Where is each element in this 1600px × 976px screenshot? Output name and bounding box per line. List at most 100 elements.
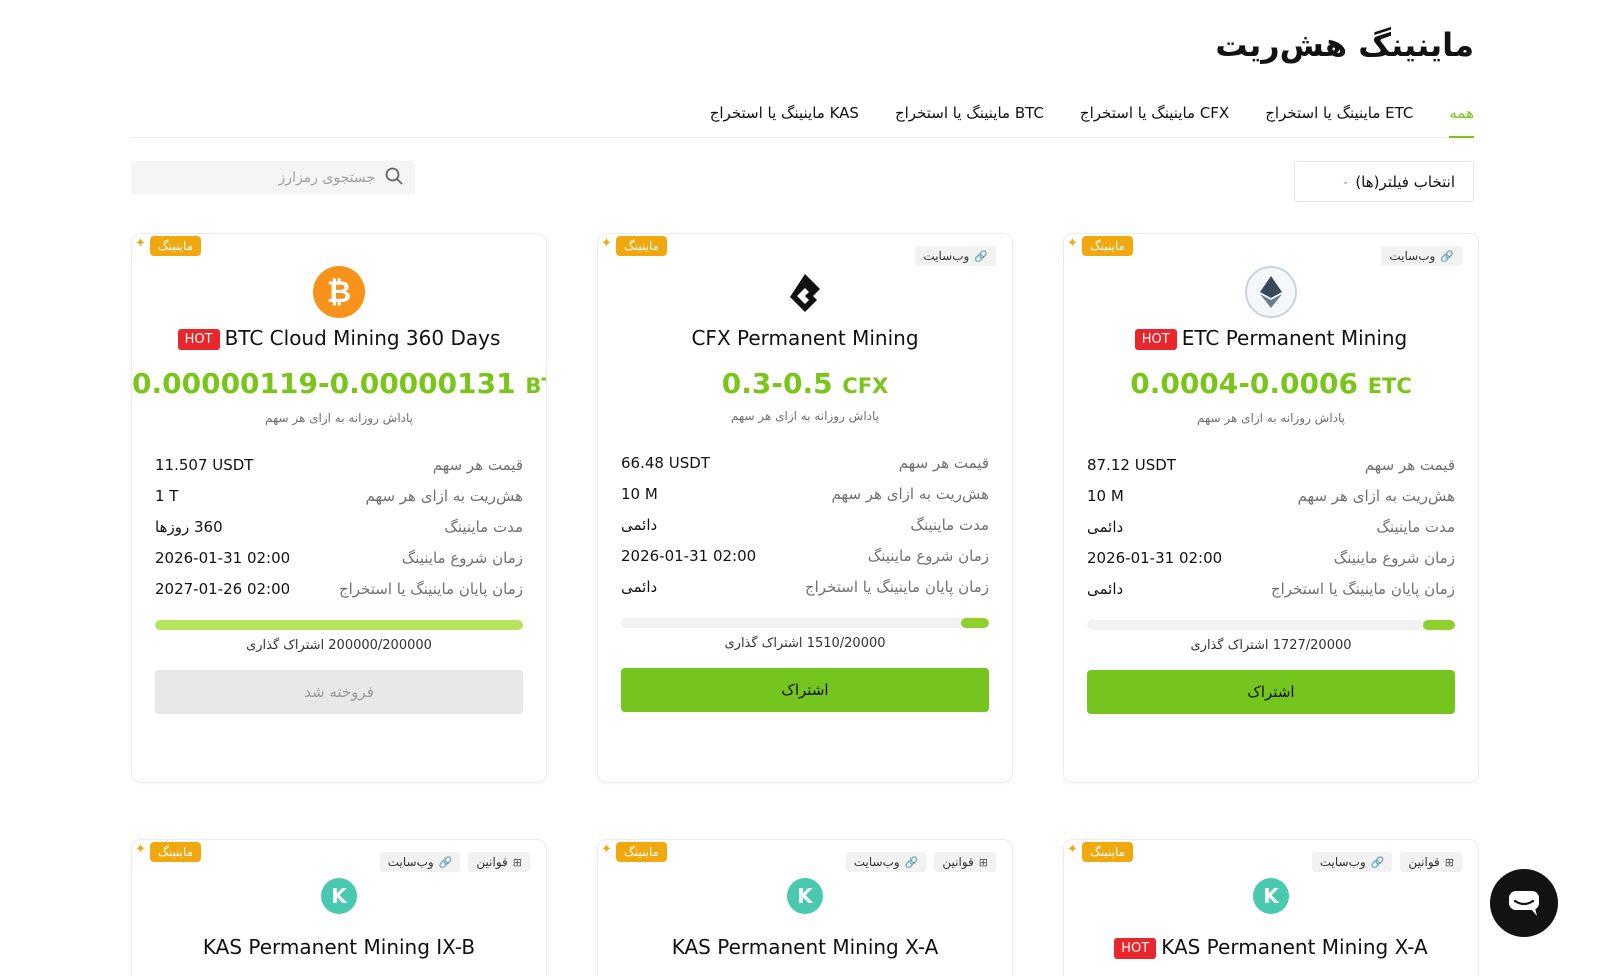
subscribe-button[interactable]: اشتراک	[621, 668, 989, 712]
website-link[interactable]: 🔗 وب‌سایت	[845, 852, 927, 872]
tab-btc[interactable]: BTC ماینینگ یا استخراج	[895, 98, 1044, 138]
price-label: قیمت هر سهم	[898, 453, 989, 472]
website-label: وب‌سایت	[1319, 855, 1366, 869]
end-value: دائمی	[621, 577, 658, 596]
filter-select[interactable]: ⌄ انتخاب فیلتر(ها)	[1294, 161, 1474, 202]
price-label: قیمت هر سهم	[1364, 455, 1455, 474]
duration-label: مدت ماینینگ	[910, 515, 989, 534]
product-name: CFX Permanent Mining	[691, 326, 919, 350]
page: ماینینگ هش‌ریت همه ETC ماینینگ یا استخرا…	[0, 0, 1600, 976]
mining-badge: ماینینگ	[616, 236, 668, 256]
price-value: 87.12 USDT	[1087, 455, 1176, 474]
hashrate-value: 10 M	[621, 484, 658, 503]
daily-reward: 0.3-0.5 CFX	[598, 367, 1012, 400]
mining-card-etc: ✦ ماینینگ 🔗 وب‌سایت HOT ETC Permanent Mini…	[1063, 233, 1479, 783]
product-name: BTC Cloud Mining 360 Days	[224, 326, 501, 350]
product-name: KAS Permanent Mining X-A	[1161, 935, 1428, 959]
hot-badge: HOT	[177, 329, 220, 350]
hashrate-label: هش‌ریت به ازای هر سهم	[831, 484, 989, 503]
subscribe-button[interactable]: اشتراک	[1087, 670, 1455, 714]
sparkle-icon: ✦	[135, 236, 146, 251]
detail-row-end: 2027-01-26 02:00 زمان پایان ماینینگ یا ا…	[155, 573, 523, 604]
duration-label: مدت ماینینگ	[1376, 517, 1455, 536]
grid-icon: ⊞	[512, 855, 522, 869]
rules-link[interactable]: ⊞ قوانین	[468, 852, 530, 872]
rules-link[interactable]: ⊞ قوانین	[934, 852, 996, 872]
category-tabs: همه ETC ماینینگ یا استخراج CFX ماینینگ ی…	[131, 98, 1474, 138]
detail-row-price: 11.507 USDT قیمت هر سهم	[155, 449, 523, 480]
details-list: 87.12 USDT قیمت هر سهم 10 M هش‌ریت به از…	[1087, 449, 1455, 604]
tab-cfx[interactable]: CFX ماینینگ یا استخراج	[1080, 98, 1229, 138]
search-input[interactable]	[155, 170, 375, 186]
mining-card-btc: ✦ ماینینگ ₿ HOT BTC Cloud Mining 360 Days…	[131, 233, 547, 783]
website-label: وب‌سایت	[387, 855, 434, 869]
hashrate-label: هش‌ریت به ازای هر سهم	[365, 486, 523, 505]
mining-badge: ماینینگ	[616, 842, 668, 862]
link-icon: 🔗	[904, 855, 919, 869]
detail-row-price: 87.12 USDT قیمت هر سهم	[1087, 449, 1455, 480]
detail-row-duration: 360 روزها مدت ماینینگ	[155, 511, 523, 542]
subscription-progress	[621, 618, 989, 628]
subscription-count: 1510/20000 اشتراک گذاری	[724, 636, 886, 651]
website-link[interactable]: 🔗 وب‌سایت	[379, 852, 461, 872]
progress-fill	[155, 620, 523, 630]
detail-row-end: دائمی زمان پایان ماینینگ یا استخراج	[1087, 573, 1455, 604]
sparkle-icon: ✦	[601, 842, 612, 857]
subscription-progress	[155, 620, 523, 630]
price-value: 66.48 USDT	[621, 453, 710, 472]
search-box	[131, 161, 415, 195]
product-name-line: KAS Permanent Mining IX-B	[132, 935, 546, 959]
website-link[interactable]: 🔗 وب‌سایت	[915, 246, 996, 266]
subscription-count: 1727/20000 اشتراک گذاری	[1190, 638, 1352, 653]
product-name-line: HOT KAS Permanent Mining X-A	[1064, 935, 1478, 959]
kaspa-icon: K	[787, 878, 823, 914]
chevron-down-icon: ⌄	[1341, 176, 1350, 187]
reward-unit: BTC	[525, 374, 546, 398]
reward-caption: پاداش روزانه به ازای هر سهم	[1196, 411, 1346, 425]
product-name: KAS Permanent Mining IX-B	[202, 935, 476, 959]
tab-kas[interactable]: KAS ماینینگ یا استخراج	[710, 98, 859, 138]
reward-unit: CFX	[842, 374, 889, 398]
rules-link[interactable]: ⊞ قوانین	[1400, 852, 1462, 872]
tab-all[interactable]: همه	[1449, 98, 1474, 138]
website-label: وب‌سایت	[853, 855, 900, 869]
end-label: زمان پایان ماینینگ یا استخراج	[804, 577, 989, 596]
reward-range: 0.0004-0.0006	[1130, 367, 1358, 400]
mining-badge: ماینینگ	[1082, 236, 1134, 256]
sparkle-icon: ✦	[135, 842, 146, 857]
price-value: 11.507 USDT	[155, 455, 254, 474]
reward-unit: ETC	[1367, 374, 1412, 398]
duration-value: دائمی	[621, 515, 658, 534]
product-name-line: CFX Permanent Mining	[598, 326, 1012, 350]
link-icon: 🔗	[438, 855, 453, 869]
hot-badge: HOT	[1134, 329, 1177, 350]
card-links: 🔗 وب‌سایت ⊞ قوانین	[1311, 852, 1462, 872]
chat-button[interactable]	[1490, 869, 1558, 937]
daily-reward: 0.0004-0.0006 ETC	[1064, 367, 1478, 400]
start-label: زمان شروع ماینینگ	[1333, 548, 1455, 567]
sparkle-icon: ✦	[1067, 842, 1078, 857]
hashrate-value: 10 M	[1087, 486, 1124, 505]
end-label: زمان پایان ماینینگ یا استخراج	[338, 579, 523, 598]
website-link[interactable]: 🔗 وب‌سایت	[1381, 246, 1462, 266]
progress-fill	[961, 618, 989, 628]
duration-value: 360 روزها	[155, 517, 223, 536]
grid-icon: ⊞	[1444, 855, 1454, 869]
bitcoin-icon: ₿	[313, 266, 365, 318]
mining-badge: ماینینگ	[1082, 842, 1134, 862]
card-links: 🔗 وب‌سایت ⊞ قوانین	[379, 852, 530, 872]
detail-row-end: دائمی زمان پایان ماینینگ یا استخراج	[621, 571, 989, 602]
filter-label: انتخاب فیلتر(ها)	[1355, 172, 1455, 191]
ethereum-classic-icon	[1245, 266, 1297, 318]
duration-label: مدت ماینینگ	[444, 517, 523, 536]
progress-fill	[1423, 620, 1455, 630]
link-icon: 🔗	[1370, 855, 1385, 869]
search-icon	[385, 167, 403, 189]
tab-etc[interactable]: ETC ماینینگ یا استخراج	[1265, 98, 1413, 138]
website-link[interactable]: 🔗 وب‌سایت	[1311, 852, 1393, 872]
detail-row-start: 2026-01-31 02:00 زمان شروع ماینینگ	[155, 542, 523, 573]
daily-reward: 0.00000119-0.00000131 BTC	[132, 367, 546, 400]
reward-range: 0.3-0.5	[721, 367, 833, 400]
card-links: 🔗 وب‌سایت	[1381, 246, 1462, 266]
sold-out-button[interactable]: فروخته شد	[155, 670, 523, 714]
